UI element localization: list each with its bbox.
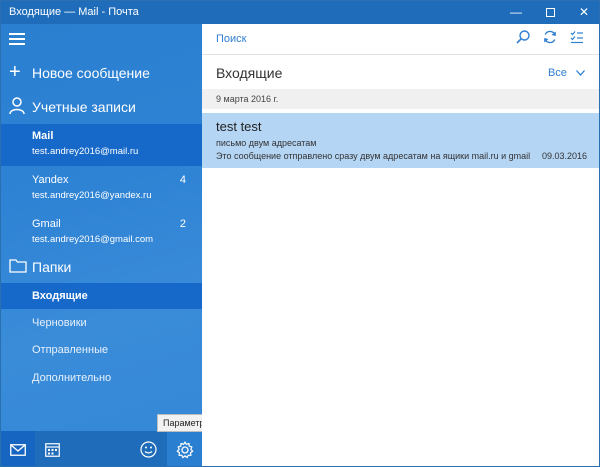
folder-title: Входящие	[216, 65, 283, 81]
settings-button[interactable]	[167, 431, 202, 466]
sync-icon[interactable]	[543, 30, 557, 44]
maximize-button[interactable]	[533, 1, 567, 24]
calendar-switch-button[interactable]	[35, 431, 69, 466]
folders-label: Папки	[32, 259, 72, 275]
hamburger-icon[interactable]	[9, 33, 25, 45]
search-icon[interactable]	[516, 30, 530, 44]
message-subject: письмо двум адресатам	[216, 138, 317, 148]
chevron-down-icon	[576, 70, 585, 77]
gear-icon	[176, 441, 193, 458]
message-item[interactable]: test test письмо двум адресатам Это сооб…	[202, 113, 599, 168]
maximize-icon	[545, 8, 555, 18]
date-group-label: 9 марта 2016 г.	[216, 94, 279, 104]
folder-label: Черновики	[32, 317, 87, 329]
accounts-label: Учетные записи	[32, 99, 136, 115]
message-list-pane: Поиск Входящие Все 9 марта 2016 г. test …	[202, 24, 599, 466]
app-window: Входящие — Mail - Почта — ✕ + Новое сооб…	[0, 0, 600, 467]
unread-count: 2	[179, 218, 186, 230]
date-group-header: 9 марта 2016 г.	[202, 89, 599, 109]
search-box[interactable]: Поиск	[216, 33, 246, 45]
account-name: Mail	[32, 130, 54, 142]
mail-icon	[10, 443, 26, 456]
folder-sent[interactable]: Отправленные	[1, 337, 202, 363]
mail-switch-button[interactable]	[1, 431, 35, 466]
calendar-icon	[44, 443, 60, 458]
filter-dropdown[interactable]: Все	[548, 67, 585, 79]
folder-icon	[9, 259, 27, 273]
account-name: Gmail	[32, 218, 61, 230]
account-mail[interactable]: Mail test.andrey2016@mail.ru	[1, 124, 202, 166]
plus-icon: +	[9, 61, 21, 83]
sidebar: + Новое сообщение Учетные записи Mail te…	[1, 24, 202, 437]
accounts-header[interactable]: Учетные записи	[1, 94, 202, 120]
feedback-button[interactable]	[131, 431, 165, 466]
message-preview: Это сообщение отправлено сразу двум адре…	[216, 151, 531, 161]
filter-label: Все	[547, 67, 567, 79]
select-icon[interactable]	[570, 30, 584, 44]
account-gmail[interactable]: Gmail test.andrey2016@gmail.com 2	[1, 212, 202, 254]
account-name: Yandex	[32, 174, 69, 186]
new-message-label: Новое сообщение	[32, 65, 150, 81]
unread-count: 4	[179, 174, 186, 186]
account-email: test.andrey2016@yandex.ru	[32, 190, 152, 201]
close-button[interactable]: ✕	[567, 1, 599, 24]
minimize-button[interactable]: —	[499, 1, 533, 24]
smiley-icon	[139, 441, 157, 458]
folder-label: Входящие	[32, 290, 88, 302]
account-email: test.andrey2016@mail.ru	[32, 146, 139, 157]
folder-label: Дополнительно	[32, 372, 112, 384]
window-title: Входящие — Mail - Почта	[9, 6, 139, 18]
person-icon	[9, 97, 25, 115]
folder-inbox[interactable]: Входящие	[1, 283, 202, 309]
folder-drafts[interactable]: Черновики	[1, 310, 202, 336]
account-email: test.andrey2016@gmail.com	[32, 234, 154, 245]
new-message-button[interactable]: + Новое сообщение	[1, 60, 202, 86]
account-yandex[interactable]: Yandex test.andrey2016@yandex.ru 4	[1, 168, 202, 210]
toolbar-divider	[202, 54, 599, 55]
message-sender: test test	[216, 119, 262, 134]
message-date: 09.03.2016	[541, 151, 587, 161]
folder-label: Отправленные	[32, 344, 109, 356]
folders-header[interactable]: Папки	[1, 254, 202, 280]
folder-more[interactable]: Дополнительно	[1, 365, 202, 391]
title-bar: Входящие — Mail - Почта — ✕	[1, 1, 599, 24]
bottom-bar	[1, 431, 202, 466]
